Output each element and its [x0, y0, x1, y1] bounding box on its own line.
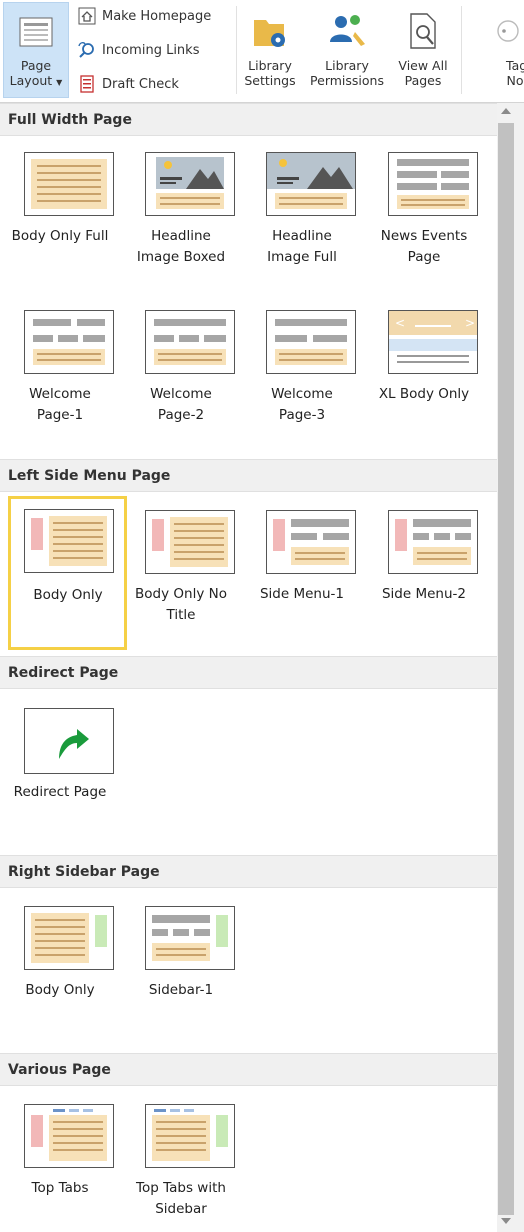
redirect-arrow-icon: [59, 729, 89, 759]
section-header-left-side-menu: Left Side Menu Page: [0, 459, 497, 492]
tile-top-tabs-with-sidebar[interactable]: Top Tabs with Sidebar: [121, 1096, 241, 1232]
thumbnail: [145, 510, 235, 574]
tile-side-menu-1[interactable]: Side Menu-1: [242, 502, 362, 652]
section-header-various: Various Page: [0, 1053, 497, 1086]
scroll-thumb[interactable]: [498, 123, 514, 1215]
ribbon-separator: [461, 6, 462, 94]
chevron-left-icon: <: [395, 316, 406, 330]
tile-news-events-page[interactable]: News Events Page: [364, 144, 484, 294]
ribbon-separator: [236, 6, 237, 94]
tile-left-body-only[interactable]: Body Only: [8, 496, 127, 650]
tile-redirect-page[interactable]: Redirect Page: [0, 700, 120, 850]
thumbnail: [24, 1104, 114, 1168]
page-layout-label: Page Layout ▼: [9, 58, 63, 88]
thumbnail: [24, 906, 114, 970]
tile-headline-image-boxed[interactable]: Headline Image Boxed: [121, 144, 241, 294]
page-layout-button[interactable]: Page Layout ▼: [3, 2, 69, 98]
scroll-up-arrow-icon[interactable]: [501, 108, 511, 114]
page-layout-icon: [19, 17, 53, 47]
thumbnail: [266, 310, 356, 374]
tile-welcome-page-1[interactable]: Welcome Page-1: [0, 302, 120, 452]
ribbon: Page Layout ▼ Make Homepage Incoming Lin…: [0, 0, 524, 103]
thumbnail: [145, 906, 235, 970]
incoming-links-button[interactable]: Incoming Links: [78, 37, 199, 63]
thumbnail: [24, 708, 114, 774]
tile-welcome-page-2[interactable]: Welcome Page-2: [121, 302, 241, 452]
tile-xl-body-only[interactable]: < > XL Body Only: [364, 302, 484, 452]
thumbnail: [388, 510, 478, 574]
view-all-pages-button[interactable]: View All Pages: [392, 6, 454, 88]
thumbnail: [24, 310, 114, 374]
thumbnail: [145, 1104, 235, 1168]
layout-gallery: Full Width Page Body Only Full Headline I…: [0, 103, 497, 1232]
draft-check-button[interactable]: Draft Check: [78, 71, 179, 97]
thumbnail: [266, 152, 356, 216]
section-header-full-width: Full Width Page: [0, 103, 497, 136]
library-permissions-button[interactable]: Library Permissions: [305, 6, 389, 88]
thumbnail: [388, 152, 478, 216]
permissions-icon: [330, 15, 365, 46]
thumbnail: < >: [388, 310, 478, 374]
library-settings-button[interactable]: Library Settings: [242, 6, 298, 88]
tile-body-only-full[interactable]: Body Only Full: [0, 144, 120, 294]
draft-check-icon: [80, 75, 94, 93]
make-homepage-button[interactable]: Make Homepage: [78, 3, 211, 29]
tile-body-only-no-title[interactable]: Body Only No Title: [121, 502, 241, 652]
tile-side-menu-2[interactable]: Side Menu-2: [364, 502, 484, 652]
thumbnail: [266, 510, 356, 574]
tile-welcome-page-3[interactable]: Welcome Page-3: [242, 302, 362, 452]
home-icon: [78, 7, 96, 25]
thumbnail: [24, 152, 114, 216]
scroll-down-arrow-icon[interactable]: [501, 1218, 511, 1224]
vertical-scrollbar[interactable]: [497, 103, 524, 1232]
library-settings-icon: [254, 20, 285, 47]
thumbnail: [145, 310, 235, 374]
tags-notes-button[interactable]: Tag No: [492, 6, 524, 88]
tile-top-tabs[interactable]: Top Tabs: [0, 1096, 120, 1232]
link-search-icon: [78, 42, 94, 58]
section-header-right-sidebar: Right Sidebar Page: [0, 855, 497, 888]
chevron-down-icon: ▼: [56, 78, 63, 87]
tile-right-body-only[interactable]: Body Only: [0, 898, 120, 1048]
tag-icon: [497, 20, 519, 42]
chevron-right-icon: >: [465, 316, 476, 330]
thumbnail: [145, 152, 235, 216]
tile-headline-image-full[interactable]: Headline Image Full: [242, 144, 362, 294]
thumbnail: [24, 509, 114, 573]
tile-sidebar-1[interactable]: Sidebar-1: [121, 898, 241, 1048]
view-pages-icon: [410, 13, 436, 49]
section-header-redirect: Redirect Page: [0, 656, 497, 689]
